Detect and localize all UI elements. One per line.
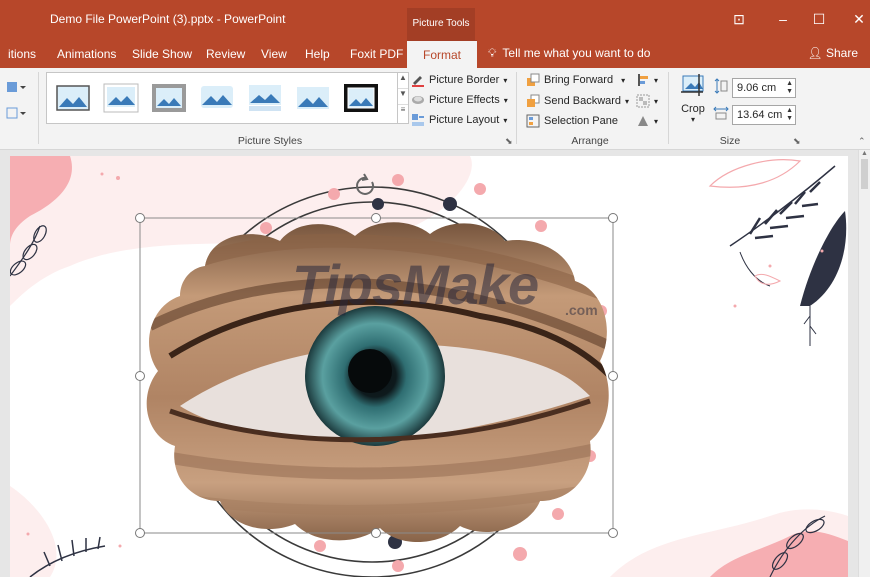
selection-pane-label: Selection Pane — [544, 115, 618, 127]
group-icon — [636, 94, 650, 108]
crop-label: Crop — [681, 103, 705, 115]
layout-icon — [412, 114, 424, 126]
rotate-icon — [638, 116, 648, 126]
align-button[interactable]: ▾ — [636, 73, 658, 87]
height-icon — [713, 78, 729, 97]
slide[interactable]: TipsMake .com — [10, 156, 848, 577]
picture-border-label: Picture Border — [429, 74, 500, 86]
lightbulb-icon: 💡︎ — [488, 46, 497, 60]
effects-icon — [412, 96, 424, 104]
tab-animations[interactable]: Animations — [57, 47, 116, 61]
dialog-launcher-icon[interactable]: ⬊ — [505, 136, 513, 147]
bring-forward-button[interactable]: Bring Forward ▾ — [526, 73, 625, 87]
send-backward-label: Send Backward — [544, 95, 622, 107]
tab-review[interactable]: Review — [206, 47, 245, 61]
slide-canvas: TipsMake .com — [0, 150, 870, 577]
picture-tools-label: Picture Tools — [407, 8, 475, 40]
chevron-down-icon: ▾ — [654, 96, 659, 106]
size-group-label: Size — [719, 135, 741, 147]
gallery-more-icon[interactable]: ≡ — [398, 105, 408, 114]
chevron-down-icon: ▾ — [654, 75, 659, 85]
bring-forward-label: Bring Forward — [544, 74, 614, 86]
slide-artwork — [10, 156, 848, 577]
bring-forward-icon — [527, 73, 540, 86]
tell-me-text: Tell me what you want to do — [502, 46, 651, 60]
shape-width-input[interactable]: 13.64 cm ▲ ▼ — [732, 105, 796, 125]
ribbon: ▲ ▼ ≡ Picture Border ▾ Picture Effects ▾ P… — [0, 68, 870, 150]
arrange-partial-icon-2[interactable] — [4, 106, 26, 120]
minimize-button[interactable]: – — [768, 8, 798, 30]
width-icon — [713, 105, 729, 124]
chevron-down-icon: ▾ — [621, 75, 626, 85]
person-icon: 👤︎ — [807, 46, 823, 60]
scroll-up-arrow-icon[interactable]: ▲ — [859, 150, 870, 157]
picture-layout-button[interactable]: Picture Layout ▾ — [411, 113, 507, 127]
gallery-scroll[interactable]: ▲ ▼ ≡ — [397, 72, 409, 124]
chevron-down-icon: ▾ — [503, 95, 508, 105]
style-thumb-1[interactable] — [55, 83, 91, 113]
document-title: Demo File PowerPoint (3).pptx - PowerPoi… — [50, 12, 286, 26]
watermark-suffix: .com — [565, 302, 598, 318]
ribbon-display-options-icon[interactable]: ⊡ — [724, 8, 754, 30]
rotate-button[interactable]: ▾ — [636, 114, 658, 128]
picture-effects-button[interactable]: Picture Effects ▾ — [411, 93, 508, 107]
send-backward-icon — [527, 94, 540, 107]
width-spinner[interactable]: ▲ ▼ — [786, 107, 793, 123]
shape-height-input[interactable]: 9.06 cm ▲ ▼ — [732, 78, 796, 98]
arrange-group-label: Arrange — [571, 135, 609, 147]
scroll-thumb[interactable] — [861, 159, 868, 189]
powerpoint-window: Demo File PowerPoint (3).pptx - PowerPoi… — [0, 0, 870, 577]
picture-layout-label: Picture Layout — [429, 114, 500, 126]
style-thumb-3[interactable] — [151, 83, 187, 113]
chevron-down-icon: ▾ — [503, 75, 508, 85]
pen-icon — [412, 76, 424, 87]
chevron-down-icon: ▾ — [625, 96, 630, 106]
height-spinner[interactable]: ▲ ▼ — [786, 80, 793, 96]
chevron-down-icon: ▾ — [654, 116, 659, 126]
vertical-scrollbar[interactable]: ▲ — [858, 150, 870, 577]
right-white — [650, 156, 848, 456]
scroll-down-icon[interactable]: ▼ — [398, 89, 408, 105]
style-thumb-2[interactable] — [103, 83, 139, 113]
selection-pane-button[interactable]: Selection Pane — [526, 114, 618, 128]
chevron-down-icon: ▾ — [690, 115, 695, 124]
width-value: 13.64 cm — [737, 109, 783, 121]
picture-effects-label: Picture Effects — [429, 94, 500, 106]
ribbon-tabs: itions Animations Slide Show Review View… — [0, 40, 870, 68]
crop-icon — [681, 74, 704, 96]
tab-format[interactable]: Format — [407, 40, 478, 68]
height-value: 9.06 cm — [737, 82, 777, 94]
close-button[interactable]: ✕ — [844, 8, 870, 30]
tab-slide-show[interactable]: Slide Show — [132, 47, 192, 61]
title-bar: Demo File PowerPoint (3).pptx - PowerPoi… — [0, 0, 870, 40]
tell-me-search[interactable]: 💡︎ Tell me what you want to do — [488, 46, 650, 61]
tab-view[interactable]: View — [261, 47, 287, 61]
picture-styles-group-label: Picture Styles — [237, 135, 303, 147]
tab-help[interactable]: Help — [305, 47, 330, 61]
maximize-button[interactable]: ☐ — [804, 8, 834, 30]
picture-styles-gallery[interactable] — [46, 72, 398, 124]
selection-pane-icon — [526, 114, 540, 128]
share-label: Share — [825, 46, 858, 60]
arrange-partial-icon-1[interactable] — [4, 80, 26, 94]
style-thumb-6[interactable] — [295, 83, 331, 113]
scroll-up-icon[interactable]: ▲ — [398, 73, 408, 89]
share-button[interactable]: 👤︎ Share — [807, 46, 858, 60]
size-dialog-launcher-icon[interactable]: ⬊ — [793, 136, 801, 147]
tab-transitions[interactable]: itions — [8, 47, 36, 61]
style-thumb-5[interactable] — [247, 83, 283, 113]
chevron-down-icon: ▾ — [503, 115, 508, 125]
align-icon — [638, 74, 648, 86]
style-thumb-4[interactable] — [199, 83, 235, 113]
watermark-text: TipsMake — [292, 253, 539, 316]
crop-button[interactable]: Crop ▾ — [678, 74, 708, 124]
picture-border-button[interactable]: Picture Border ▾ — [411, 73, 507, 87]
send-backward-button[interactable]: Send Backward ▾ — [526, 94, 629, 108]
tab-foxit-pdf[interactable]: Foxit PDF — [350, 47, 403, 61]
style-thumb-7[interactable] — [343, 83, 379, 113]
collapse-ribbon-icon[interactable]: ⌃ — [858, 136, 866, 147]
group-button[interactable]: ▾ — [636, 94, 658, 108]
